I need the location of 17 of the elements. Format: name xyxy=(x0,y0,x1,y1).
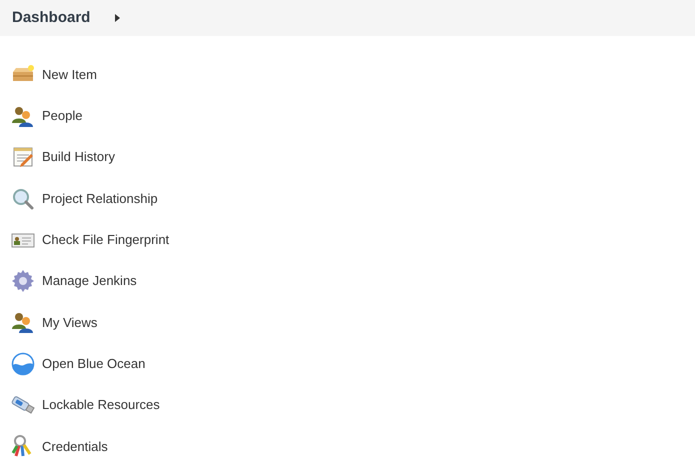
task-link[interactable]: Project Relationship xyxy=(42,188,158,208)
gear-icon xyxy=(11,269,35,294)
task-link[interactable]: Lockable Resources xyxy=(42,395,160,415)
caret-icon[interactable] xyxy=(115,14,120,22)
notepad-icon xyxy=(11,145,35,170)
task-link[interactable]: New Item xyxy=(42,64,97,84)
search-icon xyxy=(11,186,35,211)
task-link[interactable]: Build History xyxy=(42,147,115,167)
task-link[interactable]: My Views xyxy=(42,312,98,332)
task-link[interactable]: Check File Fingerprint xyxy=(42,230,170,250)
task-link[interactable]: Manage Jenkins xyxy=(42,271,137,291)
ocean-icon xyxy=(11,352,35,376)
task-link[interactable]: Open Blue Ocean xyxy=(42,354,146,374)
people-icon xyxy=(11,310,35,334)
task-link[interactable]: Credentials xyxy=(42,436,108,456)
task-link[interactable]: People xyxy=(42,106,82,126)
breadcrumb-link[interactable]: Dashboard xyxy=(12,6,90,30)
